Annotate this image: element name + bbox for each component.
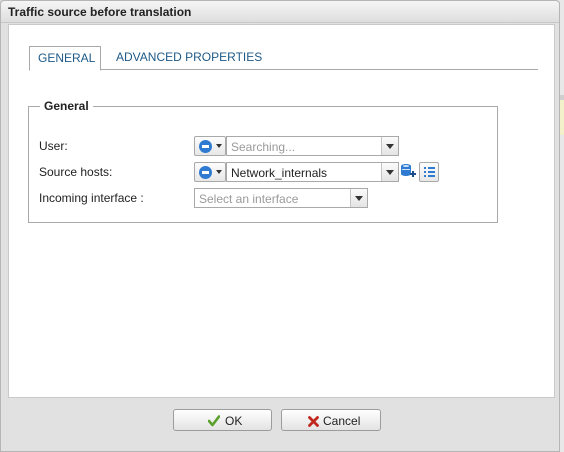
source-hosts-input[interactable]: Network_internals (231, 166, 327, 180)
incoming-interface-label: Incoming interface : (39, 191, 144, 205)
user-object-type-button[interactable] (194, 136, 226, 156)
user-input[interactable]: Searching... (231, 140, 295, 154)
circle-minus-icon (199, 166, 212, 179)
dialog-title: Traffic source before translation (8, 5, 192, 19)
dialog-window: Traffic source before translation GENERA… (0, 0, 560, 452)
x-icon (308, 416, 319, 427)
incoming-interface-input[interactable]: Select an interface (199, 192, 298, 206)
cancel-button[interactable]: Cancel (281, 409, 381, 431)
chevron-down-icon[interactable] (350, 189, 367, 207)
source-hosts-object-type-button[interactable] (194, 162, 226, 182)
chevron-down-icon[interactable] (381, 137, 398, 155)
tab-general-label: GENERAL (38, 51, 96, 65)
ok-label: OK (225, 414, 243, 428)
incoming-interface-combo[interactable]: Select an interface (194, 188, 368, 208)
tab-advanced-properties[interactable]: ADVANCED PROPERTIES (108, 46, 270, 70)
checkmark-icon (208, 415, 220, 427)
list-button[interactable] (419, 162, 439, 182)
tab-general[interactable]: GENERAL (29, 46, 101, 71)
list-icon (424, 167, 435, 177)
tab-bar: GENERAL ADVANCED PROPERTIES (29, 46, 538, 71)
dialog-content: GENERAL ADVANCED PROPERTIES General User… (8, 24, 555, 398)
ok-button[interactable]: OK (173, 409, 272, 431)
chevron-down-icon[interactable] (381, 163, 398, 181)
caret-down-icon (216, 170, 222, 174)
source-hosts-combo[interactable]: Network_internals (226, 162, 399, 182)
dialog-titlebar[interactable]: Traffic source before translation (1, 1, 559, 23)
general-fieldset: General User: Searching... Source hosts:… (28, 99, 498, 223)
user-label: User: (39, 139, 68, 153)
caret-down-icon (216, 144, 222, 148)
circle-minus-icon (199, 140, 212, 153)
add-object-button[interactable] (399, 162, 419, 182)
general-legend: General (40, 99, 93, 113)
user-combo[interactable]: Searching... (226, 136, 399, 156)
source-hosts-label: Source hosts: (39, 165, 113, 179)
tab-advanced-properties-label: ADVANCED PROPERTIES (116, 50, 263, 64)
cancel-label: Cancel (323, 414, 361, 428)
database-add-icon (401, 164, 416, 177)
